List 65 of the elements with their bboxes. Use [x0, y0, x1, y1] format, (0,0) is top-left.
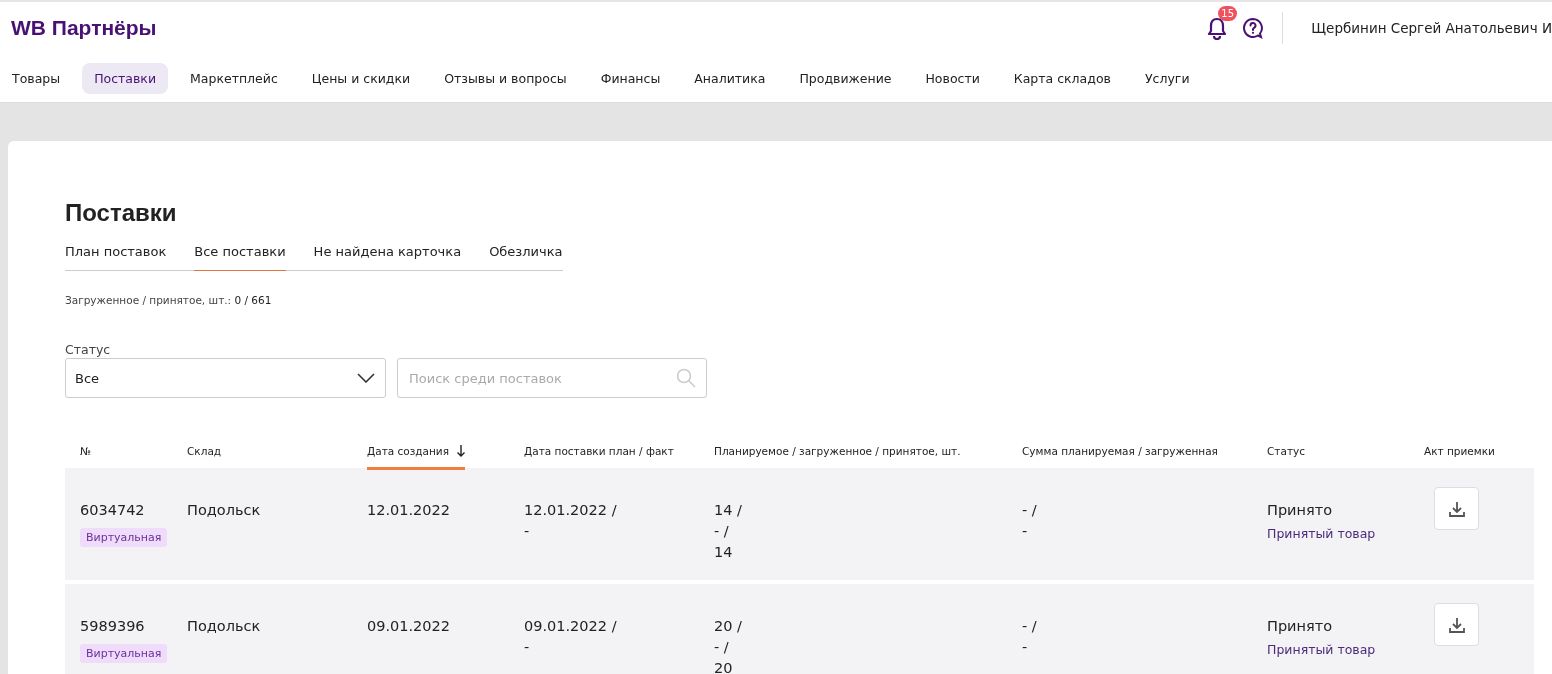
column-header[interactable]: №	[80, 445, 91, 467]
column-header[interactable]: Планируемое / загруженное / принятое, шт.	[714, 445, 961, 467]
status-text: Принято	[1267, 617, 1333, 636]
quantity-value: 14	[714, 543, 733, 562]
column-header[interactable]: Акт приемки	[1424, 445, 1495, 467]
nav-tab[interactable]: Продвижение	[787, 62, 904, 94]
tab[interactable]: План поставок	[65, 240, 167, 271]
download-button[interactable]	[1434, 487, 1479, 530]
delivery-date: 09.01.2022 /	[524, 617, 617, 636]
sum-value: - /	[1022, 501, 1037, 520]
virtual-tag: Виртуальная	[80, 528, 168, 547]
delivery-date: -	[524, 638, 530, 657]
warehouse-cell-text: Подольск	[187, 617, 261, 636]
tab[interactable]: Не найдена карточка	[313, 240, 462, 271]
nav-tab[interactable]: Отзывы и вопросы	[432, 62, 579, 94]
created-date: 09.01.2022	[367, 617, 451, 636]
summary-text: Загруженное / принятое, шт.: 0 / 661	[65, 294, 273, 306]
chevron-down-icon	[357, 373, 375, 383]
nav-tab[interactable]: Поставки	[82, 62, 169, 94]
nav-tab[interactable]: Маркетплейс	[178, 62, 290, 94]
shipment-number: 5989396	[80, 617, 145, 636]
nav-tab[interactable]: Карта складов	[1001, 62, 1123, 94]
accepted-goods-link[interactable]: Принятый товар	[1267, 642, 1376, 657]
download-icon	[1447, 615, 1466, 634]
status-text: Принято	[1267, 501, 1333, 520]
quantity-value: 20	[714, 659, 733, 674]
status-label: Статус	[65, 342, 112, 357]
logo[interactable]: WB Партнёры	[11, 16, 157, 40]
created-date: 12.01.2022	[367, 501, 451, 520]
virtual-tag: Виртуальная	[80, 644, 168, 663]
delivery-date: -	[524, 522, 530, 541]
sum-value: -	[1022, 522, 1028, 541]
quantity-value: - /	[714, 638, 729, 657]
delivery-date: 12.01.2022 /	[524, 501, 617, 520]
download-button[interactable]	[1434, 603, 1479, 646]
accepted-goods-link[interactable]: Принятый товар	[1267, 526, 1376, 541]
page-title: Поставки	[65, 199, 178, 227]
nav-tab[interactable]: Цены и скидки	[299, 62, 423, 94]
column-header[interactable]: Дата поставки план / факт	[524, 445, 674, 467]
nav-tab[interactable]: Финансы	[588, 62, 673, 94]
sum-value: - /	[1022, 617, 1037, 636]
column-header[interactable]: Статус	[1267, 445, 1305, 467]
shipment-number: 6034742	[80, 501, 145, 520]
sum-value: -	[1022, 638, 1028, 657]
search-field[interactable]: Поиск среди поставок	[397, 358, 707, 398]
quantity-value: 20 /	[714, 617, 742, 636]
quantity-value: 14 /	[714, 501, 742, 520]
notification-badge: 15	[1218, 6, 1238, 21]
search-icon	[676, 368, 696, 388]
status-dropdown[interactable]: Все	[65, 358, 386, 398]
nav-tab[interactable]: Аналитика	[682, 62, 778, 94]
column-header[interactable]: Сумма планируемая / загруженная	[1022, 445, 1218, 467]
tab[interactable]: Обезличка	[489, 240, 563, 271]
tab[interactable]: Все поставки	[194, 240, 286, 271]
column-header[interactable]: Склад	[187, 445, 222, 467]
quantity-value: - /	[714, 522, 729, 541]
help-icon[interactable]	[1242, 17, 1265, 39]
nav-tab[interactable]: Товары	[0, 62, 73, 94]
bell-icon[interactable]	[1206, 16, 1229, 40]
warehouse-cell-text: Подольск	[187, 501, 261, 520]
arrow-down-icon	[457, 445, 465, 457]
nav-tab[interactable]: Новости	[913, 62, 992, 94]
download-icon	[1447, 499, 1466, 518]
user-name[interactable]: Щербинин Сергей Анатольевич И	[1311, 20, 1552, 36]
nav-tab[interactable]: Услуги	[1132, 62, 1202, 94]
